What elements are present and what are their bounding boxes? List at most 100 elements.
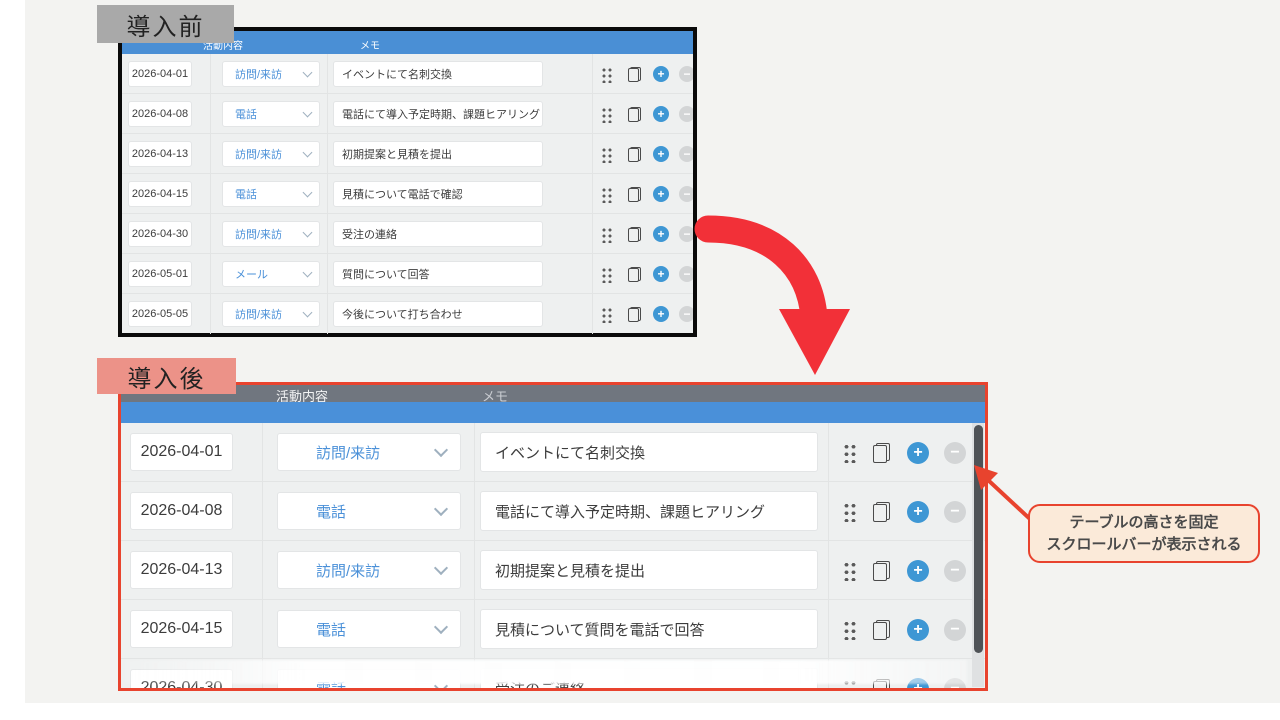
chevron-down-icon [434,561,448,575]
memo-field[interactable]: 電話にて導入予定時期、課題ヒアリング [480,491,818,531]
date-field[interactable]: 2026-04-01 [128,61,192,87]
add-row-button[interactable]: + [653,226,669,242]
scrollbar-thumb[interactable] [974,425,983,653]
before-label: 導入前 [97,5,234,43]
drag-handle-icon[interactable] [601,267,612,283]
remove-row-button[interactable]: − [944,619,966,641]
add-row-button[interactable]: + [907,619,929,641]
copy-icon[interactable] [873,443,890,463]
copy-icon[interactable] [628,307,641,322]
add-row-button[interactable]: + [907,442,929,464]
activity-dropdown[interactable]: 訪問/来訪 [222,221,320,247]
table-row: 2026-05-05 訪問/来訪 今後について打ち合わせ +− [122,294,693,334]
date-field[interactable]: 2026-04-13 [130,551,233,589]
remove-row-button[interactable]: − [679,266,693,282]
copy-icon[interactable] [628,267,641,282]
memo-field[interactable]: 見積について電話で確認 [333,181,543,207]
copy-icon[interactable] [628,147,641,162]
add-row-button[interactable]: + [907,501,929,523]
remove-row-button[interactable]: − [944,560,966,582]
table-row: 2026-04-08 電話 電話にて導入予定時期、課題ヒアリング +− [122,94,693,134]
drag-handle-icon[interactable] [843,443,857,463]
memo-field[interactable]: 受注の連絡 [333,221,543,247]
chevron-down-icon [303,187,313,197]
vertical-scrollbar[interactable] [972,423,984,687]
date-field[interactable]: 2026-04-01 [130,433,233,471]
drag-handle-icon[interactable] [843,561,857,581]
drag-handle-icon[interactable] [601,147,612,163]
remove-row-button[interactable]: − [679,226,693,242]
add-row-button[interactable]: + [653,266,669,282]
add-row-button[interactable]: + [907,560,929,582]
memo-field[interactable]: 質問について回答 [333,261,543,287]
activity-dropdown[interactable]: 電話 [222,181,320,207]
date-field[interactable]: 2026-04-08 [130,492,233,530]
remove-row-button[interactable]: − [679,146,693,162]
date-field[interactable]: 2026-04-13 [128,141,192,167]
remove-row-button[interactable]: − [944,442,966,464]
table-row: 2026-04-15 電話 見積について電話で確認 +− [122,174,693,214]
before-table-rows: 2026-04-01 訪問/来訪 イベントにて名刺交換 +− 2026-04-0… [122,54,693,334]
memo-field[interactable]: 初期提案と見積を提出 [333,141,543,167]
add-row-button[interactable]: + [653,146,669,162]
add-row-button[interactable]: + [653,186,669,202]
activity-dropdown[interactable]: 電話 [277,492,461,530]
copy-icon[interactable] [628,227,641,242]
drag-handle-icon[interactable] [601,187,612,203]
add-row-button[interactable]: + [653,306,669,322]
date-field[interactable]: 2026-04-30 [128,221,192,247]
activity-value: メール [235,266,268,282]
memo-field[interactable]: イベントにて名刺交換 [480,432,818,472]
copy-icon[interactable] [873,620,890,640]
remove-row-button[interactable]: − [679,106,693,122]
add-row-button[interactable]: + [653,66,669,82]
memo-field[interactable]: 初期提案と見積を提出 [480,550,818,590]
memo-field[interactable]: 電話にて導入予定時期、課題ヒアリング [333,101,543,127]
copy-icon[interactable] [873,502,890,522]
table-row: 2026-04-01 訪問/来訪 イベントにて名刺交換 +− [121,423,985,482]
chevron-down-icon [434,502,448,516]
activity-value: 訪問/来訪 [235,226,282,242]
date-field[interactable]: 2026-04-15 [130,610,233,648]
activity-dropdown[interactable]: メール [222,261,320,287]
date-field[interactable]: 2026-05-01 [128,261,192,287]
chevron-down-icon [303,307,313,317]
callout-line-2: スクロールバーが表示される [1046,534,1241,556]
drag-handle-icon[interactable] [601,307,612,323]
remove-row-button[interactable]: − [679,306,693,322]
memo-field[interactable]: イベントにて名刺交換 [333,61,543,87]
drag-handle-icon[interactable] [601,227,612,243]
activity-dropdown[interactable]: 訪問/来訪 [222,141,320,167]
left-margin [0,0,25,720]
drag-handle-icon[interactable] [843,502,857,522]
date-field[interactable]: 2026-04-08 [128,101,192,127]
chevron-down-icon [434,443,448,457]
activity-dropdown[interactable]: 電話 [277,610,461,648]
memo-field[interactable]: 見積について質問を電話で回答 [480,609,818,649]
add-row-button[interactable]: + [653,106,669,122]
chevron-down-icon [303,267,313,277]
callout: テーブルの高さを固定 スクロールバーが表示される [1028,504,1260,563]
copy-icon[interactable] [628,107,641,122]
memo-field[interactable]: 今後について打ち合わせ [333,301,543,327]
remove-row-button[interactable]: − [944,501,966,523]
activity-dropdown[interactable]: 電話 [222,101,320,127]
remove-row-button[interactable]: − [679,186,693,202]
date-field[interactable]: 2026-04-15 [128,181,192,207]
table-row: 2026-04-13 訪問/来訪 初期提案と見積を提出 +− [121,541,985,600]
activity-dropdown[interactable]: 訪問/来訪 [222,301,320,327]
activity-dropdown[interactable]: 訪問/来訪 [222,61,320,87]
after-table-rows: 2026-04-01 訪問/来訪 イベントにて名刺交換 +− 2026-04-0… [121,423,985,688]
activity-dropdown[interactable]: 訪問/来訪 [277,433,461,471]
copy-icon[interactable] [628,67,641,82]
date-field[interactable]: 2026-05-05 [128,301,192,327]
drag-handle-icon[interactable] [843,620,857,640]
after-table: 活動内容 メモ 2026-04-01 訪問/来訪 イベントにて名刺交換 +− 2… [118,382,988,691]
drag-handle-icon[interactable] [601,107,612,123]
activity-value: 訪問/来訪 [235,146,282,162]
remove-row-button[interactable]: − [679,66,693,82]
drag-handle-icon[interactable] [601,67,612,83]
copy-icon[interactable] [628,187,641,202]
copy-icon[interactable] [873,561,890,581]
activity-dropdown[interactable]: 訪問/来訪 [277,551,461,589]
